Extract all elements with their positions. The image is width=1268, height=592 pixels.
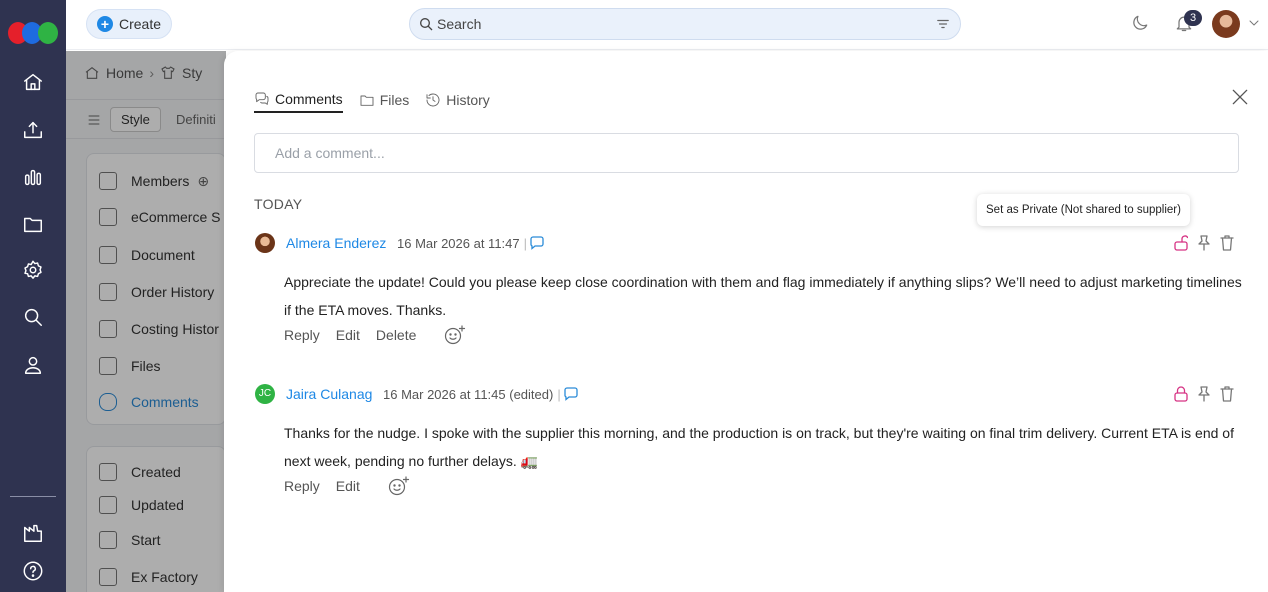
plus-icon: +	[97, 16, 113, 32]
comment-actions: Reply Edit	[284, 476, 410, 496]
comments-drawer: Comments Files History TODAY Almera Ende…	[224, 51, 1268, 592]
factory-icon[interactable]	[19, 519, 47, 547]
comment-text: Thanks for the nudge. I spoke with the s…	[284, 425, 1234, 469]
tab-label: Files	[379, 92, 410, 108]
comment-input[interactable]	[275, 134, 1215, 172]
user-icon[interactable]	[19, 351, 47, 379]
comment-tools	[1174, 386, 1234, 402]
delete-button[interactable]: Delete	[376, 327, 416, 343]
chat-icon	[255, 92, 269, 105]
tab-history[interactable]: History	[425, 87, 490, 113]
comment-timestamp: 16 Mar 2026 at 11:47	[397, 236, 520, 251]
upload-icon[interactable]	[19, 116, 47, 144]
comment-meta: 16 Mar 2026 at 11:47 |	[397, 236, 531, 251]
top-bar: + Create 3	[66, 0, 1268, 50]
app-logo[interactable]	[8, 22, 60, 44]
avatar[interactable]	[1212, 10, 1240, 38]
search-input[interactable]	[437, 9, 917, 39]
rail-divider	[10, 496, 56, 497]
tab-label: Comments	[275, 91, 343, 107]
tab-label: History	[446, 92, 490, 108]
reply-button[interactable]: Reply	[284, 327, 320, 343]
trash-icon[interactable]	[1220, 386, 1234, 402]
pin-icon[interactable]	[1197, 386, 1211, 402]
reply-thread-icon[interactable]	[563, 387, 579, 401]
comment-text: Appreciate the update! Could you please …	[284, 274, 1242, 318]
add-reaction-icon[interactable]	[388, 476, 410, 496]
help-icon[interactable]	[19, 557, 47, 585]
edit-button[interactable]: Edit	[336, 327, 360, 343]
search-bar	[409, 8, 961, 40]
left-rail	[0, 0, 66, 592]
lock-open-icon[interactable]	[1174, 235, 1189, 251]
comment-field	[254, 133, 1239, 173]
modal-overlay[interactable]	[66, 51, 226, 592]
filter-icon[interactable]	[936, 17, 950, 31]
avatar[interactable]: JC	[255, 384, 275, 404]
avatar[interactable]	[255, 233, 275, 253]
analytics-icon[interactable]	[19, 163, 47, 191]
comment-meta: 16 Mar 2026 at 11:45 (edited) |	[383, 387, 565, 402]
history-icon	[426, 93, 440, 107]
comment-actions: Reply Edit Delete	[284, 325, 466, 345]
edit-button[interactable]: Edit	[336, 478, 360, 494]
create-label: Create	[119, 16, 162, 32]
lock-icon[interactable]	[1174, 386, 1188, 402]
gear-icon[interactable]	[19, 256, 47, 284]
add-reaction-icon[interactable]	[444, 325, 466, 345]
chevron-down-icon[interactable]	[1246, 15, 1268, 37]
drawer-tabs: Comments Files History	[254, 87, 490, 113]
home-icon[interactable]	[19, 68, 47, 96]
meta-separator: |	[557, 387, 561, 402]
comment-tools	[1174, 235, 1234, 251]
reply-thread-icon[interactable]	[529, 236, 545, 250]
meta-separator: |	[523, 236, 528, 251]
comment-timestamp: 16 Mar 2026 at 11:45 (edited)	[383, 387, 554, 402]
notification-badge: 3	[1184, 10, 1202, 26]
folder-icon[interactable]	[19, 210, 47, 238]
search-icon[interactable]	[19, 303, 47, 331]
reply-button[interactable]: Reply	[284, 478, 320, 494]
pin-icon[interactable]	[1197, 235, 1211, 251]
moon-icon[interactable]	[1130, 13, 1152, 35]
private-tooltip: Set as Private (Not shared to supplier)	[977, 194, 1190, 226]
group-label: TODAY	[254, 196, 303, 212]
comment-author[interactable]: Jaira Culanag	[286, 386, 372, 402]
comment-author[interactable]: Almera Enderez	[286, 235, 386, 251]
tab-comments[interactable]: Comments	[254, 87, 343, 113]
close-icon[interactable]	[1230, 87, 1250, 107]
trash-icon[interactable]	[1220, 235, 1234, 251]
create-button[interactable]: + Create	[86, 9, 172, 39]
folder-icon	[360, 95, 374, 106]
tab-files[interactable]: Files	[359, 87, 410, 113]
search-icon	[420, 18, 433, 31]
